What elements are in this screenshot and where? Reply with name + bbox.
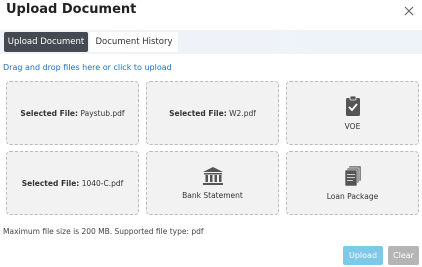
dialog-header: Upload Document xyxy=(0,0,422,22)
upload-card-w2[interactable]: Selected File: W2.pdf xyxy=(146,81,279,145)
card-text: Selected File: Paystub.pdf xyxy=(20,109,124,118)
upload-card-paystub[interactable]: Selected File: Paystub.pdf xyxy=(6,81,139,145)
card-label: VOE xyxy=(344,122,361,131)
selected-file-label: Selected File: xyxy=(169,108,227,118)
selected-file-label: Selected File: xyxy=(21,178,80,188)
card-label: Bank Statement xyxy=(182,191,243,200)
close-icon[interactable] xyxy=(402,3,416,17)
upload-card-bank-statement[interactable]: Bank Statement xyxy=(146,151,279,215)
tab-document-history[interactable]: Document History xyxy=(90,32,178,52)
upload-card-voe[interactable]: VOE xyxy=(286,81,419,145)
tab-bar: Upload Document Document History xyxy=(0,30,422,54)
clipboard-check-icon xyxy=(345,95,361,119)
file-limit-note: Maximum file size is 200 MB. Supported f… xyxy=(3,227,204,236)
bank-icon xyxy=(202,166,224,188)
tab-upload-document[interactable]: Upload Document xyxy=(4,32,88,52)
document-stack-icon xyxy=(344,165,362,189)
selected-file-name: Paystub.pdf xyxy=(80,108,125,118)
clear-button[interactable]: Clear xyxy=(388,246,419,265)
dialog-title: Upload Document xyxy=(6,2,137,17)
selected-file-name: 1040-C.pdf xyxy=(81,178,124,188)
selected-file-name: W2.pdf xyxy=(229,108,256,118)
drop-hint-link[interactable]: Drag and drop files here or click to upl… xyxy=(3,63,172,72)
upload-card-1040c[interactable]: Selected File: 1040-C.pdf xyxy=(6,151,139,215)
card-label: Loan Package xyxy=(326,192,379,201)
upload-button[interactable]: Upload xyxy=(343,246,383,265)
upload-card-loan-package[interactable]: Loan Package xyxy=(286,151,419,215)
selected-file-label: Selected File: xyxy=(20,108,79,118)
card-text: Selected File: 1040-C.pdf xyxy=(22,179,124,188)
card-text: Selected File: W2.pdf xyxy=(169,109,256,118)
